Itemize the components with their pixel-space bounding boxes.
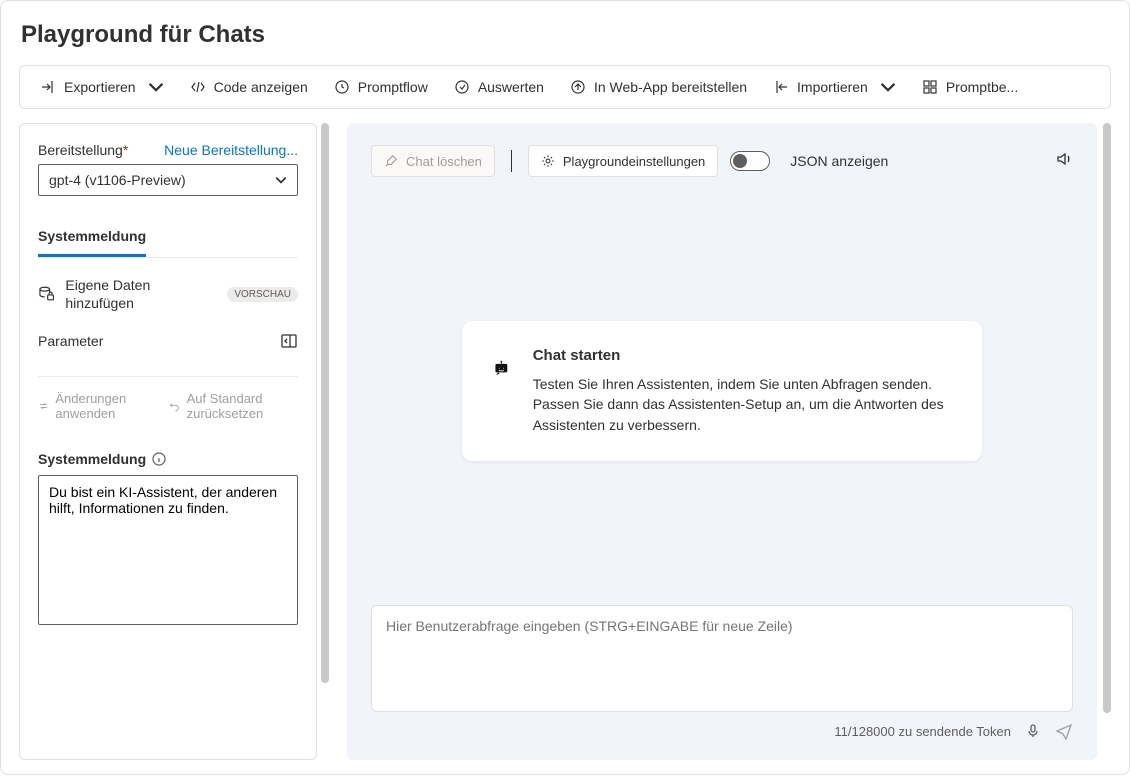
import-menu[interactable]: Importieren xyxy=(773,79,896,95)
mic-icon[interactable] xyxy=(1025,723,1041,739)
setup-tabs: Systemmeldung xyxy=(38,220,298,258)
new-deployment-link[interactable]: Neue Bereitstellung... xyxy=(164,142,298,158)
playground-settings-button[interactable]: Playgroundeinstellungen xyxy=(528,145,718,177)
page-title: Playground für Chats xyxy=(1,1,1129,65)
chevron-down-icon xyxy=(148,79,164,95)
json-toggle-label: JSON anzeigen xyxy=(790,153,888,169)
info-icon[interactable] xyxy=(152,452,166,466)
export-icon xyxy=(40,79,56,95)
start-chat-body: Testen Sie Ihren Assistenten, indem Sie … xyxy=(533,374,952,435)
chat-panel: Chat löschen Playgroundeinstellungen JSO… xyxy=(347,123,1097,760)
swap-icon xyxy=(38,398,49,414)
show-code-button[interactable]: Code anzeigen xyxy=(190,79,308,95)
deployment-label: Bereitstellung* xyxy=(38,142,128,158)
export-label: Exportieren xyxy=(64,79,136,95)
show-code-label: Code anzeigen xyxy=(214,79,308,95)
grid-icon xyxy=(922,79,938,95)
gear-icon xyxy=(541,154,555,168)
chevron-down-icon xyxy=(275,174,287,186)
chevron-down-icon xyxy=(880,79,896,95)
evaluate-button[interactable]: Auswerten xyxy=(454,79,544,95)
code-icon xyxy=(190,79,206,95)
preview-badge: VORSCHAU xyxy=(227,287,298,302)
export-menu[interactable]: Exportieren xyxy=(40,79,164,95)
deploy-icon xyxy=(570,79,586,95)
import-label: Importieren xyxy=(797,79,868,95)
deployment-value: gpt-4 (v1106-Preview) xyxy=(49,172,186,188)
chat-input[interactable] xyxy=(386,618,1058,694)
undo-icon xyxy=(169,398,180,414)
data-lock-icon xyxy=(38,285,55,303)
evaluate-icon xyxy=(454,79,470,95)
flow-icon xyxy=(334,79,350,95)
speaker-icon xyxy=(1055,150,1073,168)
apply-changes-button: Änderungen anwenden xyxy=(38,391,151,421)
deploy-label: In Web-App bereitstellen xyxy=(594,79,747,95)
sidebar-scrollbar[interactable] xyxy=(321,123,329,760)
top-toolbar: Exportieren Code anzeigen Promptflow Aus… xyxy=(19,65,1111,109)
speaker-button[interactable] xyxy=(1055,150,1073,173)
system-message-heading: Systemmeldung xyxy=(38,451,298,467)
bot-icon xyxy=(492,347,511,391)
chat-toolbar: Chat löschen Playgroundeinstellungen JSO… xyxy=(371,145,1073,177)
start-chat-heading: Chat starten xyxy=(533,347,952,364)
assistant-setup-panel: Bereitstellung* Neue Bereitstellung... g… xyxy=(19,123,317,760)
promptbe-button[interactable]: Promptbe... xyxy=(922,79,1018,95)
deploy-button[interactable]: In Web-App bereitstellen xyxy=(570,79,747,95)
tab-system-message[interactable]: Systemmeldung xyxy=(38,220,146,257)
token-info: 11/128000 zu sendende Token xyxy=(834,724,1011,739)
add-own-data-item[interactable]: Eigene Daten hinzufügen VORSCHAU xyxy=(38,276,298,312)
promptflow-button[interactable]: Promptflow xyxy=(334,79,428,95)
broom-icon xyxy=(384,154,398,168)
system-message-input[interactable] xyxy=(38,475,298,625)
clear-chat-button: Chat löschen xyxy=(371,145,495,177)
json-toggle[interactable] xyxy=(730,151,770,171)
chat-input-area[interactable] xyxy=(371,605,1073,712)
panel-expand-icon xyxy=(280,332,298,350)
ghost-actions: Änderungen anwenden Auf Standard zurücks… xyxy=(38,391,298,421)
chat-footer: 11/128000 zu sendende Token xyxy=(371,722,1073,740)
add-own-data-label: Eigene Daten hinzufügen xyxy=(65,276,217,312)
evaluate-label: Auswerten xyxy=(478,79,544,95)
start-chat-card: Chat starten Testen Sie Ihren Assistente… xyxy=(462,321,982,461)
parameter-row[interactable]: Parameter xyxy=(38,332,298,350)
send-icon[interactable] xyxy=(1055,722,1073,740)
promptbe-label: Promptbe... xyxy=(946,79,1018,95)
chat-scrollbar[interactable] xyxy=(1103,123,1111,760)
deployment-select[interactable]: gpt-4 (v1106-Preview) xyxy=(38,164,298,196)
parameter-label: Parameter xyxy=(38,333,103,349)
promptflow-label: Promptflow xyxy=(358,79,428,95)
import-icon xyxy=(773,79,789,95)
reset-default-button: Auf Standard zurücksetzen xyxy=(169,391,298,421)
